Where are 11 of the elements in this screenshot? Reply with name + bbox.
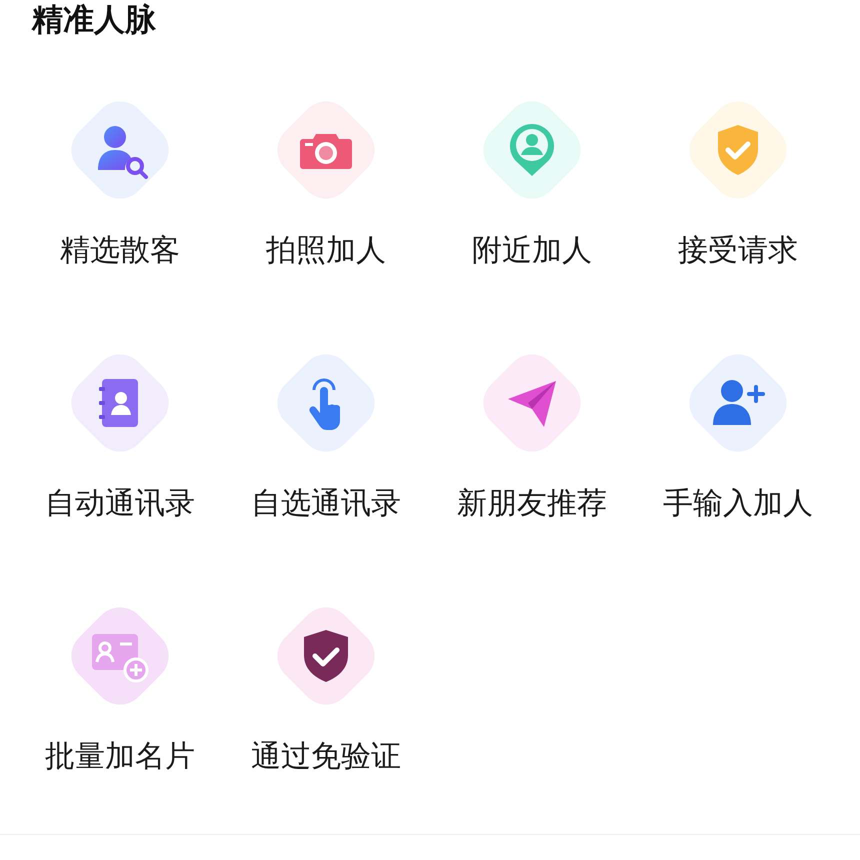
- feature-label[interactable]: 自动通讯录: [45, 487, 195, 521]
- section-title: 精准人脉: [32, 2, 157, 38]
- feature-label[interactable]: 精选散客: [60, 234, 180, 268]
- feature-label[interactable]: 新朋友推荐: [457, 487, 607, 521]
- feature-label[interactable]: 附近加人: [472, 234, 592, 268]
- feature-label[interactable]: 手输入加人: [663, 487, 813, 521]
- feature-label[interactable]: 批量加名片: [45, 740, 195, 774]
- feature-label[interactable]: 自选通讯录: [251, 487, 401, 521]
- feature-label[interactable]: 拍照加人: [266, 234, 386, 268]
- feature-label[interactable]: 接受请求: [678, 234, 798, 268]
- feature-label[interactable]: 通过免验证: [251, 740, 401, 774]
